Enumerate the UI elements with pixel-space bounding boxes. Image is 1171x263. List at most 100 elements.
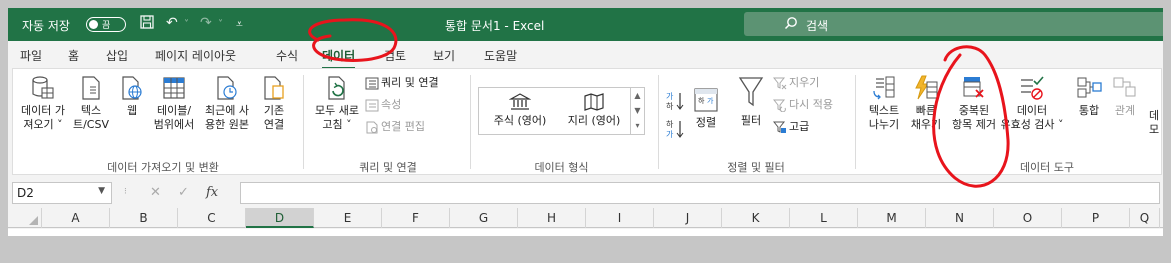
column-header-g[interactable]: G — [450, 208, 518, 228]
from-text-line2: 트/CSV — [72, 118, 109, 131]
stocks-button[interactable]: 주식 (영어) — [483, 93, 557, 128]
svg-text:하: 하 — [698, 96, 705, 105]
more-options-icon[interactable]: ⁝ — [124, 187, 127, 197]
existing-connections-line1: 기존 — [263, 104, 285, 117]
column-header-l[interactable]: L — [790, 208, 858, 228]
column-header-h[interactable]: H — [518, 208, 586, 228]
existing-connections-icon — [264, 76, 284, 100]
column-header-a[interactable]: A — [42, 208, 110, 228]
sort-ascending-button[interactable]: 가하 — [666, 91, 686, 111]
column-header-e[interactable]: E — [314, 208, 382, 228]
cancel-icon[interactable]: ✕ — [150, 185, 161, 200]
undo-icon[interactable]: ↶ — [166, 15, 178, 31]
tab-file[interactable]: 파일 — [20, 47, 42, 64]
map-icon — [584, 93, 604, 111]
undo-dropdown-icon[interactable]: ˅ — [184, 19, 189, 30]
tab-help[interactable]: 도움말 — [484, 47, 517, 64]
edit-links-button[interactable]: 연결 편집 — [365, 118, 425, 134]
get-data-button[interactable]: 데이터 가 져오기 ˅ — [15, 75, 71, 132]
column-header-d[interactable]: D — [246, 208, 314, 228]
filter-button[interactable]: 필터 — [734, 75, 768, 128]
search-box[interactable]: 검색 — [744, 12, 1163, 36]
search-placeholder: 검색 — [806, 19, 829, 33]
customize-qat-icon[interactable]: ⩡ — [236, 17, 243, 32]
flash-fill-button[interactable]: 빠른 채우기 — [906, 75, 946, 132]
tab-home[interactable]: 홈 — [68, 47, 79, 64]
tab-view[interactable]: 보기 — [433, 47, 455, 64]
column-header-j[interactable]: J — [654, 208, 722, 228]
name-box[interactable]: D2 ▼ — [12, 182, 112, 204]
properties-icon — [365, 99, 379, 111]
column-header-b[interactable]: B — [110, 208, 178, 228]
geography-label: 지리 (영어) — [567, 114, 621, 127]
column-header-i[interactable]: I — [586, 208, 654, 228]
enter-icon[interactable]: ✓ — [178, 185, 189, 200]
cut-off-label-1: 데 — [1148, 109, 1160, 122]
data-validation-line1: 데이터 — [1016, 104, 1048, 117]
recent-sources-button[interactable]: 최근에 사 용한 원본 — [199, 75, 255, 132]
sort-descending-button[interactable]: 하가 — [666, 119, 686, 139]
recent-sources-line1: 최근에 사 — [205, 104, 249, 117]
column-header-k[interactable]: K — [722, 208, 790, 228]
get-data-line2: 져오기 ˅ — [23, 118, 63, 131]
data-validation-button[interactable]: 데이터 유효성 검사 ˅ — [999, 75, 1065, 132]
geography-button[interactable]: 지리 (영어) — [559, 93, 629, 128]
column-header-f[interactable]: F — [382, 208, 450, 228]
queries-connections-button[interactable]: 쿼리 및 연결 — [365, 74, 439, 90]
from-web-button[interactable]: 웹 — [115, 75, 149, 118]
select-all-button[interactable] — [8, 208, 42, 228]
column-header-n[interactable]: N — [926, 208, 994, 228]
column-header-p[interactable]: P — [1062, 208, 1130, 228]
tab-review[interactable]: 검토 — [384, 47, 406, 64]
properties-button[interactable]: 속성 — [365, 96, 401, 112]
group-divider — [303, 75, 304, 169]
column-header-o[interactable]: O — [994, 208, 1062, 228]
clear-filter-button[interactable]: 지우기 — [772, 74, 819, 90]
column-header-c[interactable]: C — [178, 208, 246, 228]
save-icon[interactable] — [140, 15, 154, 33]
redo-dropdown-icon[interactable]: ˅ — [218, 19, 223, 30]
consolidate-button[interactable]: 통합 — [1071, 75, 1107, 118]
existing-connections-button[interactable]: 기존 연결 — [257, 75, 291, 132]
scroll-up-icon[interactable]: ▲ — [631, 88, 644, 103]
tab-formulas[interactable]: 수식 — [276, 47, 298, 64]
redo-icon[interactable]: ↷ — [200, 15, 212, 31]
scroll-down-icon[interactable]: ▼ — [631, 103, 644, 118]
text-file-icon — [82, 76, 100, 100]
group-label-sort-filter: 정렬 및 필터 — [727, 161, 785, 174]
tab-page-layout[interactable]: 페이지 레이아웃 — [155, 47, 236, 64]
select-all-triangle-icon — [29, 216, 38, 225]
autosave-toggle[interactable]: 끔 — [86, 17, 126, 32]
cut-off-button[interactable]: 데 모 — [1146, 109, 1162, 137]
column-header-m[interactable]: M — [858, 208, 926, 228]
consolidate-label: 통합 — [1078, 104, 1100, 117]
advanced-filter-label: 고급 — [789, 120, 810, 133]
data-types-scroll[interactable]: ▲ ▼ ▾ — [630, 88, 644, 134]
formula-bar: D2 ▼ ⁝ ✕ ✓ fx — [8, 178, 1163, 206]
reapply-button[interactable]: 다시 적용 — [772, 96, 833, 112]
reapply-icon — [772, 99, 786, 112]
tab-data[interactable]: 데이터 — [322, 47, 356, 70]
autosave-label: 자동 저장 — [22, 19, 70, 33]
remove-duplicates-button[interactable]: 중복된 항목 제거 — [947, 75, 1001, 132]
sort-button[interactable]: 하가 정렬 — [688, 87, 724, 130]
advanced-filter-icon — [772, 121, 786, 133]
refresh-all-button[interactable]: 모두 새로 고침 ˅ — [311, 75, 363, 132]
worksheet-grid[interactable] — [8, 229, 1163, 236]
insert-function-icon[interactable]: fx — [206, 185, 218, 200]
name-box-dropdown-icon[interactable]: ▼ — [98, 186, 105, 196]
group-divider — [470, 75, 471, 169]
tab-insert[interactable]: 삽입 — [106, 47, 128, 64]
remove-duplicates-line1: 중복된 — [958, 104, 990, 117]
relationships-button[interactable]: 관계 — [1107, 75, 1143, 118]
column-header-q[interactable]: Q — [1130, 208, 1160, 228]
formula-input[interactable] — [240, 182, 1160, 204]
from-table-range-button[interactable]: 테이블/ 범위에서 — [149, 75, 199, 132]
bank-icon — [509, 93, 531, 110]
advanced-filter-button[interactable]: 고급 — [772, 118, 810, 134]
text-to-columns-button[interactable]: 텍스트 나누기 — [862, 75, 906, 132]
gallery-expand-icon[interactable]: ▾ — [631, 118, 644, 133]
name-box-value: D2 — [17, 186, 34, 200]
from-text-csv-button[interactable]: 텍스 트/CSV — [71, 75, 111, 132]
text-to-columns-line2: 나누기 — [868, 118, 900, 131]
